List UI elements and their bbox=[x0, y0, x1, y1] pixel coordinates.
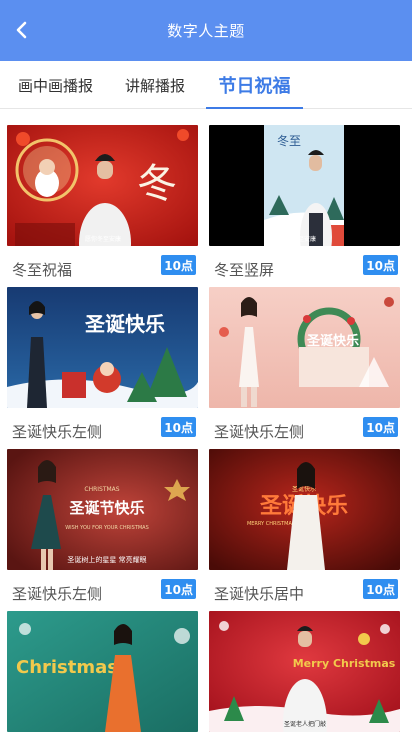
thumb-text: 圣诞快乐 bbox=[85, 312, 165, 336]
theme-card[interactable]: 冬 愿你冬至安康 冬至祝福 10点 bbox=[7, 125, 198, 279]
card-title: 圣诞快乐居中 bbox=[214, 585, 305, 603]
tab-explanation[interactable]: 讲解播报 bbox=[125, 61, 185, 109]
card-title: 圣诞快乐左侧 bbox=[12, 423, 103, 441]
thumb-text: 圣诞快乐 bbox=[307, 333, 359, 349]
app-header: 数字人主题 bbox=[0, 0, 412, 61]
card-title: 冬至竖屏 bbox=[214, 261, 275, 279]
thumb-subtitle: 圣诞老人把门敲 bbox=[284, 720, 326, 728]
thumb-text: Merry Christmas bbox=[293, 657, 396, 670]
thumb-text: 冬至 bbox=[277, 133, 301, 148]
card-title: 圣诞快乐左侧 bbox=[12, 585, 103, 603]
theme-card[interactable]: 圣诞快乐 圣诞快乐左侧 10点 bbox=[209, 287, 400, 441]
points-badge: 10点 bbox=[161, 255, 196, 275]
thumb-text: 冬 bbox=[137, 161, 177, 207]
theme-card[interactable]: Christmas bbox=[7, 611, 198, 732]
thumb-subtitle: 冬至安康 bbox=[292, 235, 316, 243]
thumbnail-image: 圣诞快乐 圣诞快乐 MERRY CHRISTMAS bbox=[209, 449, 400, 570]
thumbnail-image: Christmas bbox=[7, 611, 198, 732]
thumb-caption: WISH YOU FOR YOUR CHRISTMAS bbox=[65, 525, 149, 531]
thumb-subtitle: 愿你冬至安康 bbox=[85, 235, 121, 243]
tab-festival-greetings[interactable]: 节日祝福 bbox=[206, 61, 303, 109]
points-badge: 10点 bbox=[161, 579, 196, 599]
theme-card[interactable]: Merry Christmas 圣诞老人把门敲 bbox=[209, 611, 400, 732]
thumbnail-image: 圣诞快乐 bbox=[7, 287, 198, 408]
points-badge: 10点 bbox=[363, 417, 398, 437]
theme-card[interactable]: CHRISTMAS 圣诞节快乐 WISH YOU FOR YOUR CHRIST… bbox=[7, 449, 198, 603]
theme-card[interactable]: 圣诞快乐 圣诞快乐 MERRY CHRISTMAS 圣诞快乐居中 10点 bbox=[209, 449, 400, 603]
thumb-text: 圣诞节快乐 bbox=[68, 499, 144, 517]
points-badge: 10点 bbox=[363, 579, 398, 599]
theme-card[interactable]: 圣诞快乐 圣诞快乐左侧 10点 bbox=[7, 287, 198, 441]
points-badge: 10点 bbox=[161, 417, 196, 437]
thumbnail-image: Merry Christmas 圣诞老人把门敲 bbox=[209, 611, 400, 732]
thumbnail-image: 冬至 冬至安康 bbox=[209, 125, 400, 246]
tab-picture-in-picture[interactable]: 画中画播报 bbox=[18, 61, 93, 109]
card-title: 冬至祝福 bbox=[12, 261, 73, 279]
points-badge: 10点 bbox=[363, 255, 398, 275]
theme-grid: 冬 愿你冬至安康 冬至祝福 10点 冬至 冬至安康 冬至竖屏 10点 圣诞快乐 … bbox=[0, 109, 412, 734]
thumb-caption: MERRY CHRISTMAS bbox=[247, 521, 295, 527]
card-title: 圣诞快乐左侧 bbox=[214, 423, 305, 441]
thumb-subtitle: 圣诞树上的星星 常亮耀眼 bbox=[67, 555, 146, 564]
tab-bar: 画中画播报 讲解播报 节日祝福 bbox=[0, 61, 412, 109]
thumb-caption: CHRISTMAS bbox=[84, 486, 119, 493]
page-title: 数字人主题 bbox=[167, 22, 245, 40]
thumbnail-image: 冬 愿你冬至安康 bbox=[7, 125, 198, 246]
theme-card[interactable]: 冬至 冬至安康 冬至竖屏 10点 bbox=[209, 125, 400, 279]
thumbnail-image: CHRISTMAS 圣诞节快乐 WISH YOU FOR YOUR CHRIST… bbox=[7, 449, 198, 570]
thumbnail-image: 圣诞快乐 bbox=[209, 287, 400, 408]
thumb-text: Christmas bbox=[16, 657, 118, 678]
